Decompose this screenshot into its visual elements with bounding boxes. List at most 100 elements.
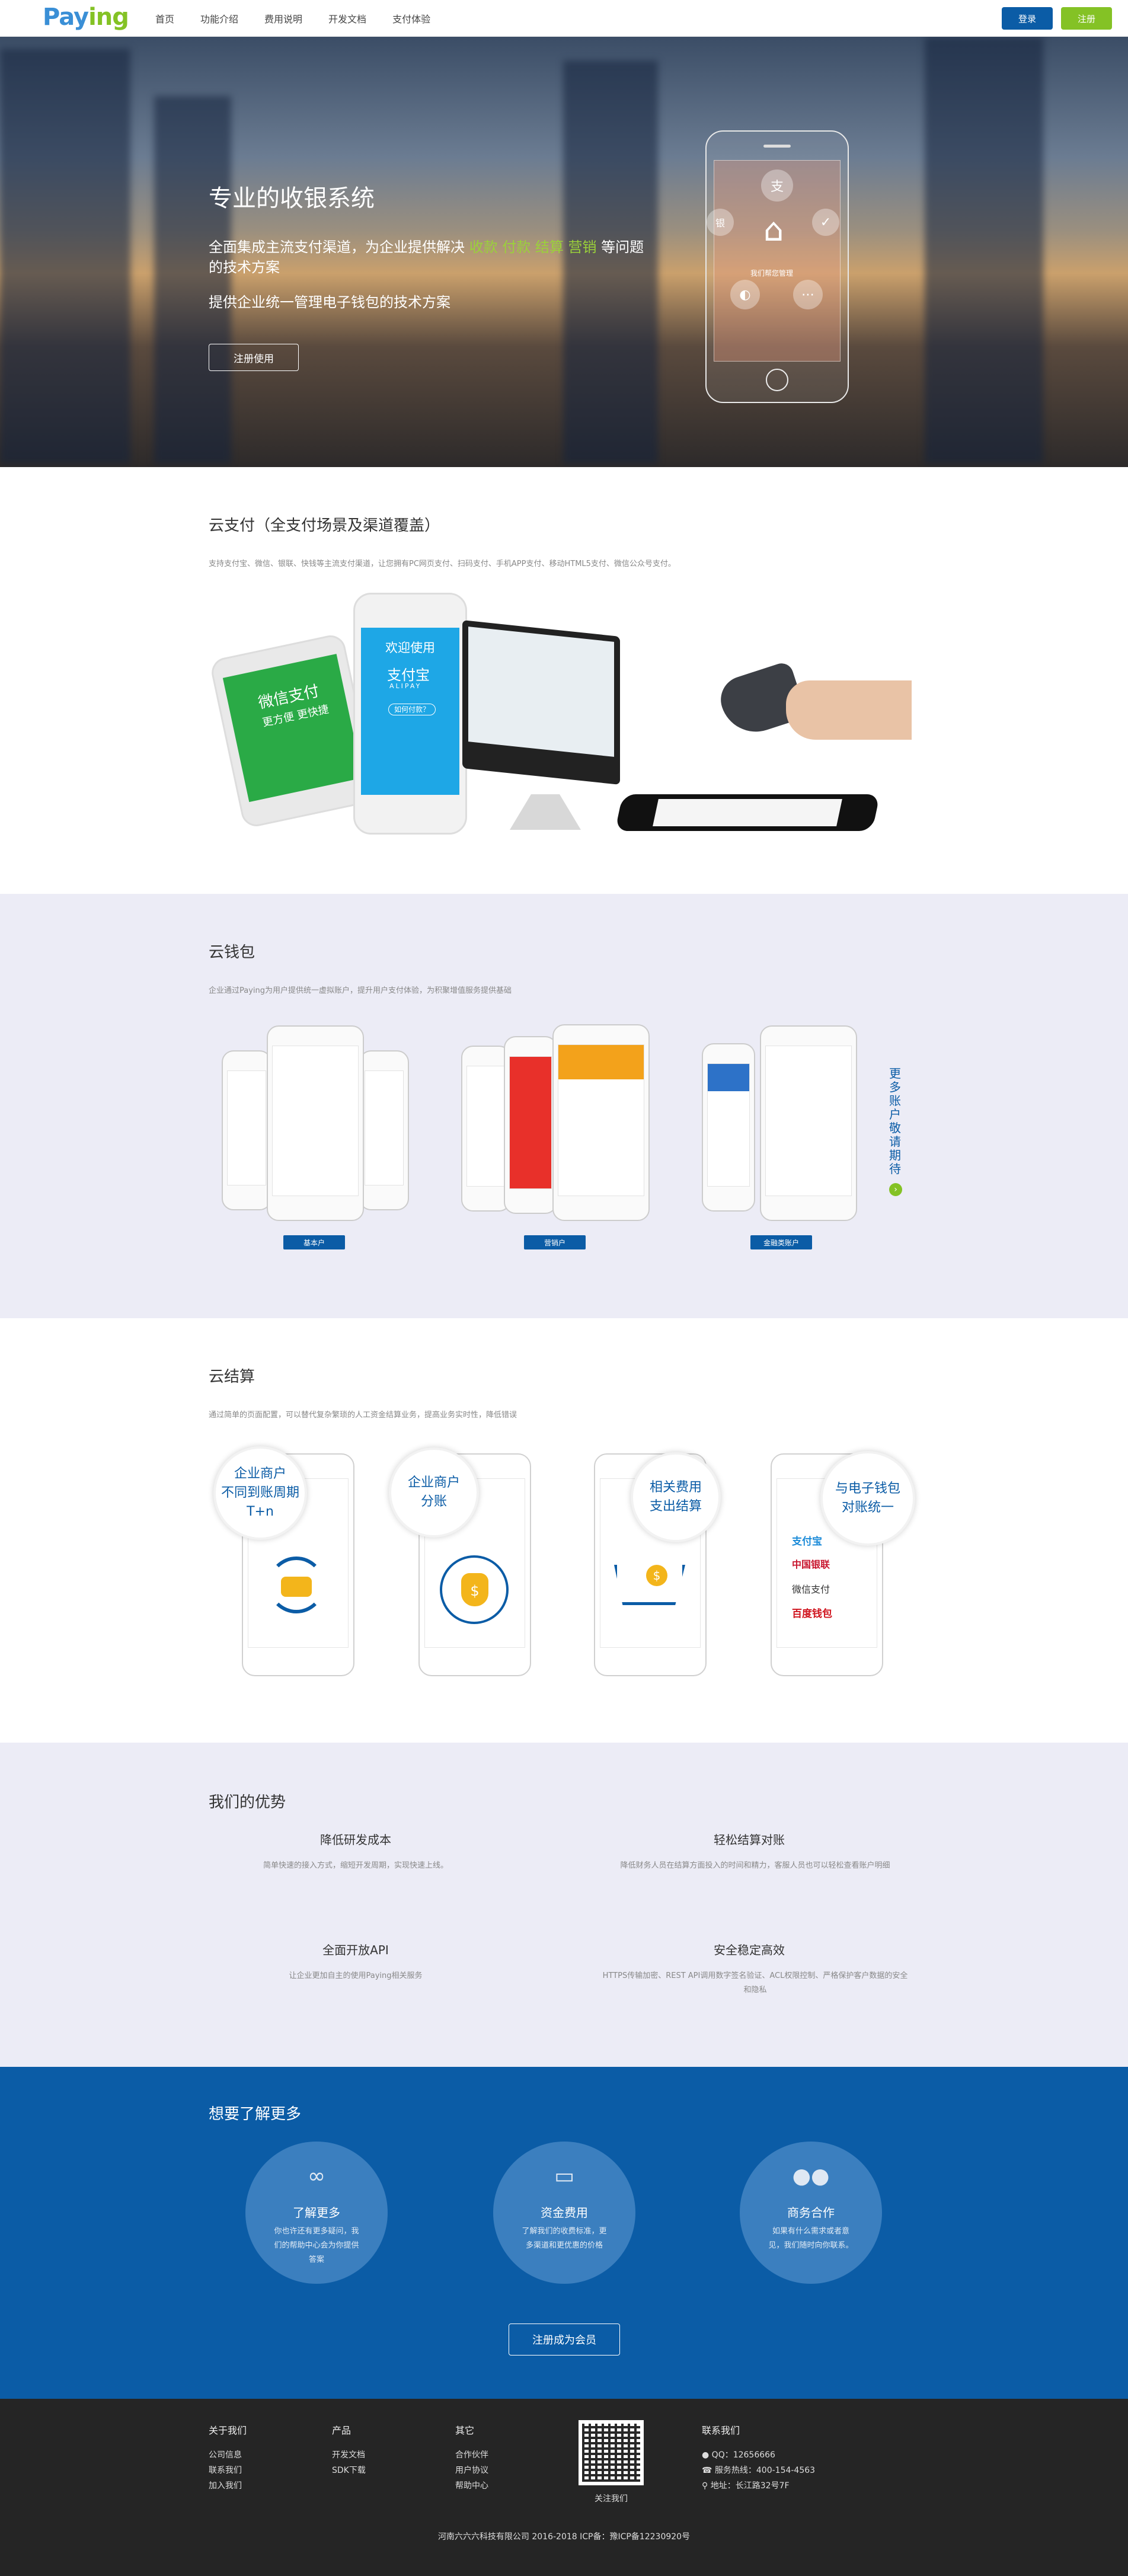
wallet-phone-screen <box>227 1070 266 1185</box>
wallet-phone <box>222 1050 271 1210</box>
settle-desc: 通过简单的页面配置，可以替代复杂繁琐的人工资金结算业务，提高业务实时性，降低错误 <box>209 1411 517 1420</box>
footer-col-title: 产品 <box>332 2425 351 2436</box>
settle-bubble-split: 企业商户 分账 <box>389 1447 479 1538</box>
phone-icon: ☎ <box>702 2466 715 2475</box>
wallet-phone-screen <box>272 1046 359 1196</box>
wallet-tag-finance[interactable]: 金融类账户 <box>750 1235 812 1249</box>
arrow-right-icon[interactable]: › <box>889 1183 902 1196</box>
finance-header <box>708 1064 749 1091</box>
site-header: Paying 首页 功能介绍 费用说明 开发文档 支付体验 登录 注册 <box>0 0 1128 37</box>
footer-col-product: 产品 开发文档 SDK下载 <box>332 2422 366 2478</box>
wallet-phone-screen <box>466 1066 506 1187</box>
wallet-phone <box>702 1043 755 1212</box>
phone-home-button <box>766 369 788 391</box>
monitor-stand <box>510 794 581 830</box>
footer-link[interactable]: 公司信息 <box>209 2447 247 2463</box>
wallet-tag-marketing[interactable]: 营销户 <box>524 1235 586 1249</box>
advantage-title: 轻松结算对账 <box>714 1833 785 1847</box>
qr-label: 关注我们 <box>595 2494 628 2504</box>
cloud-pay-desc: 支持支付宝、微信、银联、快钱等主流支付渠道，让您拥有PC网页支付、扫码支付、手机… <box>209 560 676 568</box>
nav-features[interactable]: 功能介绍 <box>200 11 238 25</box>
bg-building <box>0 49 130 464</box>
lying-phone-screen <box>653 799 842 826</box>
footer-link[interactable]: 开发文档 <box>332 2447 366 2463</box>
advantage-title: 降低研发成本 <box>320 1833 391 1847</box>
nav-pricing[interactable]: 费用说明 <box>264 11 302 25</box>
qq-icon: ● <box>702 2450 712 2460</box>
footer-link[interactable]: SDK下载 <box>332 2463 366 2478</box>
footer-link[interactable]: 用户协议 <box>455 2463 488 2478</box>
settle-bubble-cycle: 企业商户 不同到账周期 T+n <box>213 1446 307 1540</box>
phone-house-label: 我们帮您管理 <box>750 269 794 277</box>
learn-more-title: 想要了解更多 <box>209 2105 302 2123</box>
alipay-welcome: 欢迎使用 <box>385 641 435 655</box>
footer-col-title: 关于我们 <box>209 2425 247 2436</box>
footer-col-title: 其它 <box>455 2425 475 2436</box>
learn-more-card-desc: 你也许还有更多疑问，我们的帮助中心会为你提供答案 <box>274 2227 359 2264</box>
nav-docs[interactable]: 开发文档 <box>328 11 366 25</box>
footer-link[interactable]: 加入我们 <box>209 2478 247 2494</box>
contact-qq: ● QQ：12656666 <box>702 2447 815 2463</box>
wallet-phone-screen <box>765 1046 852 1196</box>
contact-address-text: 地址：长江路32号7F <box>710 2481 790 2491</box>
hero-line1-highlight: 收款 付款 结算 营销 <box>469 239 597 255</box>
fees-card-desc: 了解我们的收费标准，更多渠道和更优惠的价格 <box>522 2227 607 2250</box>
money-bag-icon: $ <box>461 1573 488 1606</box>
site-footer: 关于我们 公司信息 联系我们 加入我们 产品 开发文档 SDK下载 其它 合作伙… <box>0 2399 1128 2576</box>
fees-card[interactable]: ▭ 资金费用 了解我们的收费标准，更多渠道和更优惠的价格 <box>493 2142 635 2284</box>
brand-alipay: 支付宝 <box>792 1536 822 1548</box>
wallet-tag-basic[interactable]: 基本户 <box>283 1235 345 1249</box>
brand-unionpay: 中国银联 <box>792 1559 830 1570</box>
login-button[interactable]: 登录 <box>1002 7 1053 30</box>
wallet-more-coming: 更多账户 敬请期待 <box>889 1066 901 1176</box>
register-button[interactable]: 注册 <box>1061 7 1112 30</box>
wallet-title: 云钱包 <box>209 944 255 961</box>
contact-address: ⚲ 地址：长江路32号7F <box>702 2478 815 2494</box>
wechat-phone: 微信支付 更方便 更快捷 <box>209 632 378 829</box>
qr-code-pattern <box>582 2424 640 2482</box>
logo-part2: ing <box>88 4 129 31</box>
footer-link[interactable]: 联系我们 <box>209 2463 247 2478</box>
more-icon: ⋯ <box>793 280 823 309</box>
nav-home[interactable]: 首页 <box>155 11 174 25</box>
card-icon: ▭ <box>554 2163 574 2188</box>
join-member-button[interactable]: 注册成为会员 <box>509 2323 620 2356</box>
hand <box>786 680 912 740</box>
wallet-phone <box>504 1036 557 1214</box>
wallet-phone-screen <box>509 1056 552 1189</box>
nav-demo[interactable]: 支付体验 <box>392 11 430 25</box>
wallet-phone-main <box>267 1025 364 1221</box>
fees-card-title: 资金费用 <box>541 2206 588 2220</box>
bg-building <box>154 96 231 464</box>
advantage-title: 全面开放API <box>322 1943 389 1957</box>
hero-line1-a: 全面集成主流支付渠道，为企业提供解决 <box>209 239 465 255</box>
footer-col-about: 关于我们 公司信息 联系我们 加入我们 <box>209 2422 247 2494</box>
advantage-desc: 让企业更加自主的使用Paying相关服务 <box>289 1971 423 1980</box>
qr-code <box>579 2420 644 2485</box>
wallet-phone-main <box>552 1024 650 1221</box>
unionpay-icon: 银 <box>707 209 734 236</box>
settle-bubble-fees: 相关费用 支出结算 <box>631 1452 721 1542</box>
alipay-latin: ALIPAY <box>389 682 422 690</box>
lying-phone <box>615 794 880 831</box>
learn-more-card[interactable]: ∞ 了解更多 你也许还有更多疑问，我们的帮助中心会为你提供答案 <box>245 2142 388 2284</box>
footer-link[interactable]: 合作伙伴 <box>455 2447 488 2463</box>
logo-part1: Pay <box>43 4 89 31</box>
bg-building <box>925 37 1043 464</box>
alipay-phone: 欢迎使用 支付宝 ALIPAY 如何付款？ <box>353 593 467 835</box>
wallet-phone-screen <box>707 1063 750 1187</box>
marketing-header <box>558 1045 644 1079</box>
advantage-title: 安全稳定高效 <box>714 1943 785 1957</box>
link-icon: ∞ <box>308 2163 325 2188</box>
footer-link[interactable]: 帮助中心 <box>455 2478 488 2494</box>
cloud-pay-title: 云支付（全支付场景及渠道覆盖） <box>209 517 440 535</box>
wallet-phone-screen <box>558 1044 644 1196</box>
settle-bubble-reconcile: 与电子钱包 对账统一 <box>820 1451 915 1546</box>
contact-phone-text: 服务热线：400-154-4563 <box>714 2466 816 2475</box>
hero-register-button[interactable]: 注册使用 <box>209 344 299 371</box>
wallet-phone-screen <box>365 1070 404 1185</box>
people-icon: ●● <box>792 2163 830 2188</box>
settle-title: 云结算 <box>209 1368 255 1386</box>
logo[interactable]: Paying <box>43 4 129 31</box>
business-card[interactable]: ●● 商务合作 如果有什么需求或者意见，我们随时向你联系。 <box>740 2142 882 2284</box>
